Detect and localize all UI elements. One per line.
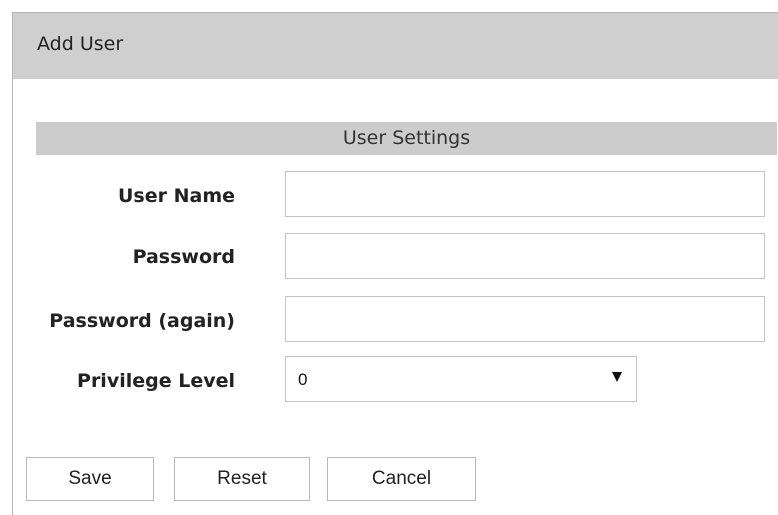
add-user-dialog: Add User User Settings User Name Passwor… xyxy=(12,12,778,515)
password-label: Password xyxy=(132,246,235,268)
privilege-level-select[interactable]: 0 xyxy=(285,356,637,402)
dialog-titlebar: Add User xyxy=(13,13,778,79)
cancel-button[interactable]: Cancel xyxy=(327,457,476,501)
save-button[interactable]: Save xyxy=(26,457,154,501)
privilege-level-value: 0 xyxy=(298,370,308,389)
reset-button[interactable]: Reset xyxy=(174,457,310,501)
user-name-label: User Name xyxy=(117,185,235,207)
password-again-label: Password (again) xyxy=(49,310,235,332)
chevron-down-icon xyxy=(612,372,622,382)
password-input[interactable] xyxy=(285,233,765,279)
password-again-input[interactable] xyxy=(285,296,765,342)
privilege-level-label: Privilege Level xyxy=(77,370,235,392)
section-header-label: User Settings xyxy=(342,127,471,149)
dialog-title: Add User xyxy=(37,33,124,55)
section-header: User Settings xyxy=(36,122,777,155)
user-name-input[interactable] xyxy=(285,171,765,217)
